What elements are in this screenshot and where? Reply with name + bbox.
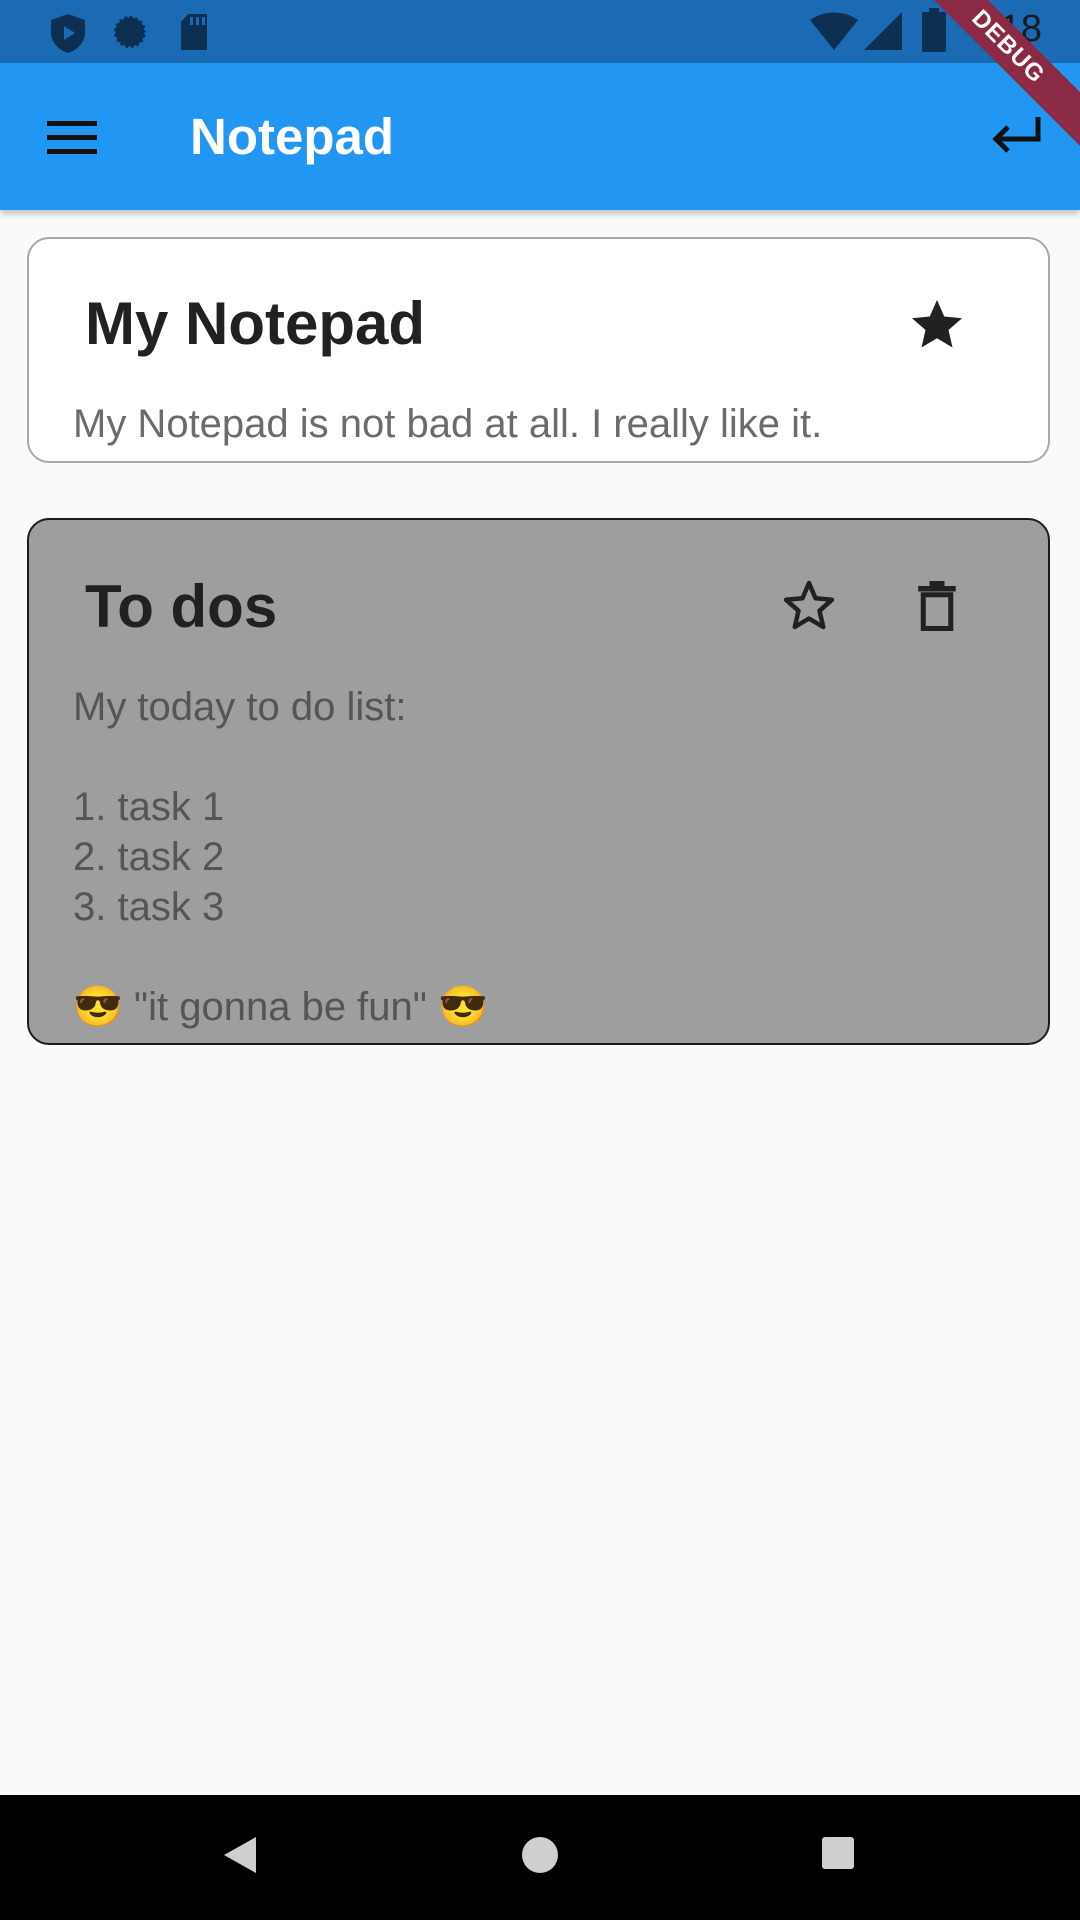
note-body: My today to do list: 1. task 1 2. task 2… [73,685,488,1029]
home-icon[interactable] [520,1835,560,1875]
keyboard-return-icon[interactable] [990,111,1044,161]
shield-icon [51,14,85,53]
star-outline-icon[interactable] [779,576,839,636]
delete-icon[interactable] [907,576,967,636]
star-filled-icon[interactable] [907,295,967,355]
sync-icon [112,14,148,50]
recents-icon[interactable] [821,1836,855,1870]
wifi-icon [810,12,858,50]
note-title: To dos [85,573,278,640]
battery-icon [922,8,946,52]
app-title: Notepad [190,108,394,165]
menu-icon[interactable] [47,119,97,155]
signal-icon [864,12,902,50]
navigation-bar [0,1795,1080,1920]
note-title: My Notepad [85,290,426,357]
note-card[interactable]: To dos My today to do list: 1. task 1 2.… [27,518,1050,1045]
status-bar: 7:18 [0,0,1080,63]
note-card[interactable]: My Notepad My Notepad is not bad at all.… [27,237,1050,463]
back-icon[interactable] [222,1835,258,1875]
sd-card-icon [181,14,207,50]
app-bar: Notepad [0,63,1080,210]
note-body: My Notepad is not bad at all. I really l… [73,402,823,446]
